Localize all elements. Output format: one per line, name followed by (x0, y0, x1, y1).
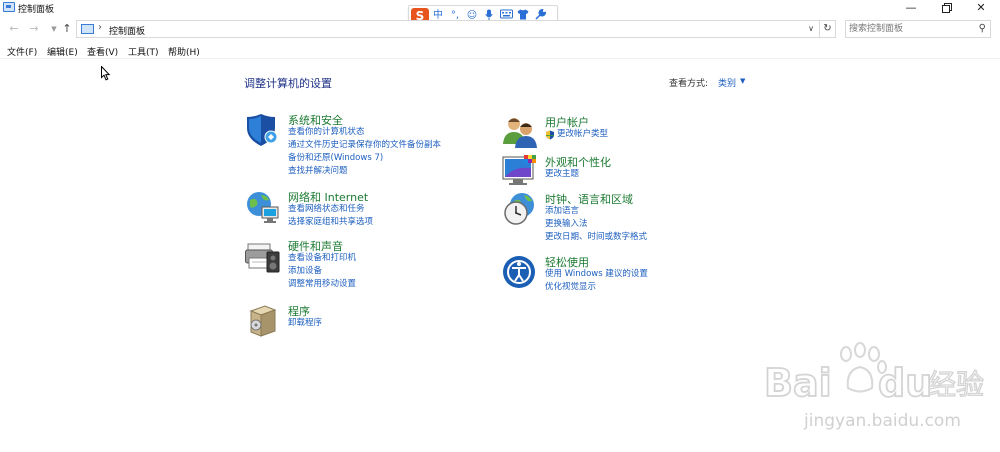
menu-file[interactable]: 文件(F) (7, 45, 37, 58)
close-button[interactable]: ✕ (966, 0, 996, 16)
control-panel-icon (3, 2, 15, 12)
restore-icon (942, 3, 952, 13)
link-add-device[interactable]: 添加设备 (288, 265, 356, 278)
view-by-dropdown[interactable]: 类别 (718, 76, 736, 89)
control-panel-icon (81, 24, 94, 34)
programs-box-icon[interactable] (245, 303, 281, 339)
baidu-jingyan-watermark: Bai du 经验 jingyan.baidu.com (760, 340, 995, 435)
recent-locations-chevron-icon[interactable]: ▼ (47, 22, 61, 36)
clock-globe-icon[interactable] (502, 191, 538, 227)
category-hardware-sound: 硬件和声音 查看设备和打印机 添加设备 调整常用移动设置 (245, 238, 485, 294)
breadcrumb-control-panel[interactable]: 控制面板 (109, 24, 145, 37)
category-user-accounts: 用户帐户 更改帐户类型 (502, 114, 742, 150)
link-network-status[interactable]: 查看网络状态和任务 (288, 203, 373, 216)
link-view-computer-status[interactable]: 查看你的计算机状态 (288, 126, 441, 139)
display-palette-icon[interactable] (502, 154, 538, 190)
navigation-bar: ← → ▼ ↑ › 控制面板 ∨ ↻ ⚲ (0, 19, 1000, 39)
back-arrow-icon[interactable]: ← (7, 22, 21, 36)
link-change-theme[interactable]: 更改主题 (545, 168, 579, 181)
category-appearance: 外观和个性化 更改主题 (502, 154, 742, 190)
minimize-button[interactable]: — (896, 0, 926, 16)
breadcrumb-separator[interactable]: › (98, 22, 102, 33)
forward-arrow-icon[interactable]: → (27, 22, 41, 36)
watermark-url: jingyan.baidu.com (803, 411, 961, 431)
search-input[interactable] (849, 23, 969, 35)
refresh-button[interactable]: ↻ (820, 20, 836, 38)
watermark-brand-du: du (878, 361, 932, 405)
address-dropdown-chevron-icon[interactable]: ∨ (805, 22, 817, 36)
link-file-history-backup[interactable]: 通过文件历史记录保存你的文件备份副本 (288, 139, 441, 152)
up-arrow-icon[interactable]: ↑ (60, 22, 74, 36)
link-mobility-settings[interactable]: 调整常用移动设置 (288, 278, 356, 291)
link-change-account-type[interactable]: 更改帐户类型 (545, 128, 608, 141)
link-label: 更改帐户类型 (557, 129, 609, 139)
menu-help[interactable]: 帮助(H) (168, 45, 200, 58)
printer-speaker-icon[interactable] (245, 238, 281, 274)
category-network-internet: 网络和 Internet 查看网络状态和任务 选择家庭组和共享选项 (245, 189, 485, 233)
menu-bar: 文件(F) 编辑(E) 查看(V) 工具(T) 帮助(H) (0, 43, 1000, 59)
link-uninstall-program[interactable]: 卸载程序 (288, 317, 322, 330)
link-change-date-time-format[interactable]: 更改日期、时间或数字格式 (545, 231, 647, 244)
watermark-chinese: 经验 (928, 368, 984, 401)
restore-button[interactable] (932, 0, 962, 16)
mouse-cursor-icon (101, 66, 111, 81)
search-box[interactable]: ⚲ (845, 20, 991, 38)
link-troubleshoot[interactable]: 查找并解决问题 (288, 165, 441, 178)
accessibility-icon[interactable] (502, 254, 538, 290)
menu-edit[interactable]: 编辑(E) (47, 45, 78, 58)
page-title: 调整计算机的设置 (244, 77, 332, 90)
watermark-brand: Bai (764, 361, 832, 405)
divider (0, 58, 1000, 59)
link-optimize-display[interactable]: 优化视觉显示 (545, 281, 648, 294)
address-bar[interactable]: › 控制面板 ∨ (76, 20, 820, 38)
link-devices-printers[interactable]: 查看设备和打印机 (288, 252, 356, 265)
uac-shield-icon (546, 130, 554, 140)
window-title: 控制面板 (18, 5, 55, 15)
category-system-security: 系统和安全 查看你的计算机状态 通过文件历史记录保存你的文件备份副本 备份和还原… (245, 112, 485, 182)
link-recommended-settings[interactable]: 使用 Windows 建议的设置 (545, 268, 648, 281)
view-by-chevron-icon[interactable]: ▼ (740, 77, 745, 85)
network-globe-icon[interactable] (245, 189, 281, 225)
search-icon[interactable]: ⚲ (979, 23, 986, 34)
link-add-language[interactable]: 添加语言 (545, 205, 647, 218)
menu-tools[interactable]: 工具(T) (128, 45, 159, 58)
link-backup-restore[interactable]: 备份和还原(Windows 7) (288, 152, 441, 165)
shield-icon[interactable] (245, 112, 281, 148)
link-change-input-method[interactable]: 更换输入法 (545, 218, 647, 231)
users-icon[interactable] (502, 114, 538, 150)
baidu-paw-logo: Bai du 经验 jingyan.baidu.com (763, 342, 985, 431)
view-by-label: 查看方式: (669, 79, 709, 89)
category-ease-of-access: 轻松使用 使用 Windows 建议的设置 优化视觉显示 (502, 254, 742, 298)
category-programs: 程序 卸载程序 (245, 303, 485, 339)
category-clock-language-region: 时钟、语言和区域 添加语言 更换输入法 更改日期、时间或数字格式 (502, 191, 742, 247)
link-homegroup-sharing[interactable]: 选择家庭组和共享选项 (288, 216, 373, 229)
menu-view[interactable]: 查看(V) (87, 45, 118, 58)
